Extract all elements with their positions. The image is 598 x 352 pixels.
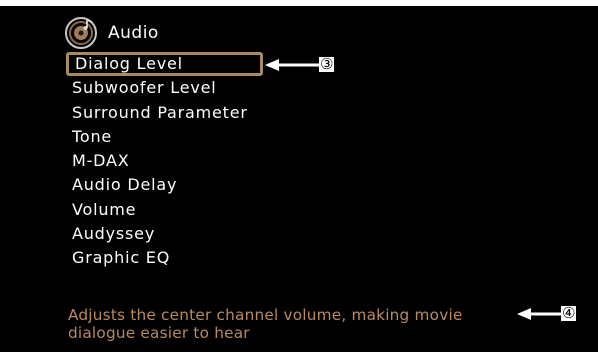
menu-item-m-dax[interactable]: M-DAX bbox=[66, 149, 366, 173]
audio-menu: Dialog Level Subwoofer Level Surround Pa… bbox=[66, 52, 366, 271]
menu-item-dialog-level[interactable]: Dialog Level bbox=[66, 52, 263, 77]
menu-item-graphic-eq[interactable]: Graphic EQ bbox=[66, 246, 366, 270]
menu-item-tone[interactable]: Tone bbox=[66, 125, 366, 149]
callout-number: ④ bbox=[561, 304, 577, 322]
help-text: Adjusts the center channel volume, makin… bbox=[68, 306, 528, 342]
menu-item-audyssey[interactable]: Audyssey bbox=[66, 222, 366, 246]
audio-disc-icon bbox=[65, 17, 97, 49]
callout-number: ③ bbox=[319, 55, 335, 73]
menu-header: Audio bbox=[64, 16, 159, 50]
callout-hint: ④ bbox=[517, 304, 577, 322]
callout-arrow-icon bbox=[517, 307, 561, 320]
menu-item-audio-delay[interactable]: Audio Delay bbox=[66, 173, 366, 197]
help-text-line: dialogue easier to hear bbox=[68, 324, 250, 342]
menu-item-surround-parameter[interactable]: Surround Parameter bbox=[66, 101, 366, 125]
page-title: Audio bbox=[108, 23, 159, 43]
callout-arrow-icon bbox=[265, 58, 319, 71]
help-text-line: Adjusts the center channel volume, makin… bbox=[68, 306, 463, 324]
callout-menu: ③ bbox=[265, 55, 335, 73]
menu-item-subwoofer-level[interactable]: Subwoofer Level bbox=[66, 76, 366, 100]
menu-item-volume[interactable]: Volume bbox=[66, 198, 366, 222]
